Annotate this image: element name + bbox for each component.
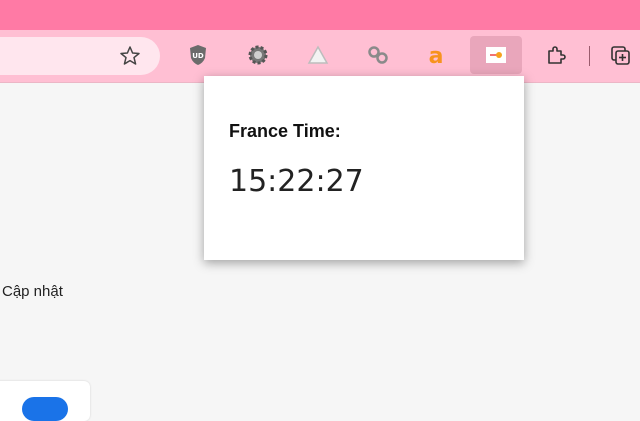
popup-label: France Time: [229,121,341,141]
gear-icon[interactable] [243,39,273,71]
amazon-icon[interactable]: a [421,39,451,71]
triangle-icon[interactable] [303,39,333,71]
toggle-switch[interactable] [22,397,68,421]
svg-text:UD: UD [192,52,204,60]
browser-titlebar [0,0,640,30]
bookmark-star-icon[interactable] [118,44,142,68]
extensions-puzzle-icon[interactable] [541,39,571,71]
ublock-icon[interactable]: UD [183,39,213,71]
toolbar-divider [589,46,590,66]
collections-icon[interactable] [606,39,636,71]
popup-time: 15:22:27 [229,164,364,199]
france-time-icon[interactable] [470,36,522,74]
link-icon[interactable] [363,39,393,71]
update-text: Cập nhật [2,283,63,300]
address-bar[interactable] [0,37,160,75]
france-time-popup: France Time: 15:22:27 [204,76,524,260]
settings-card [0,381,90,421]
svg-text:a: a [429,44,444,67]
